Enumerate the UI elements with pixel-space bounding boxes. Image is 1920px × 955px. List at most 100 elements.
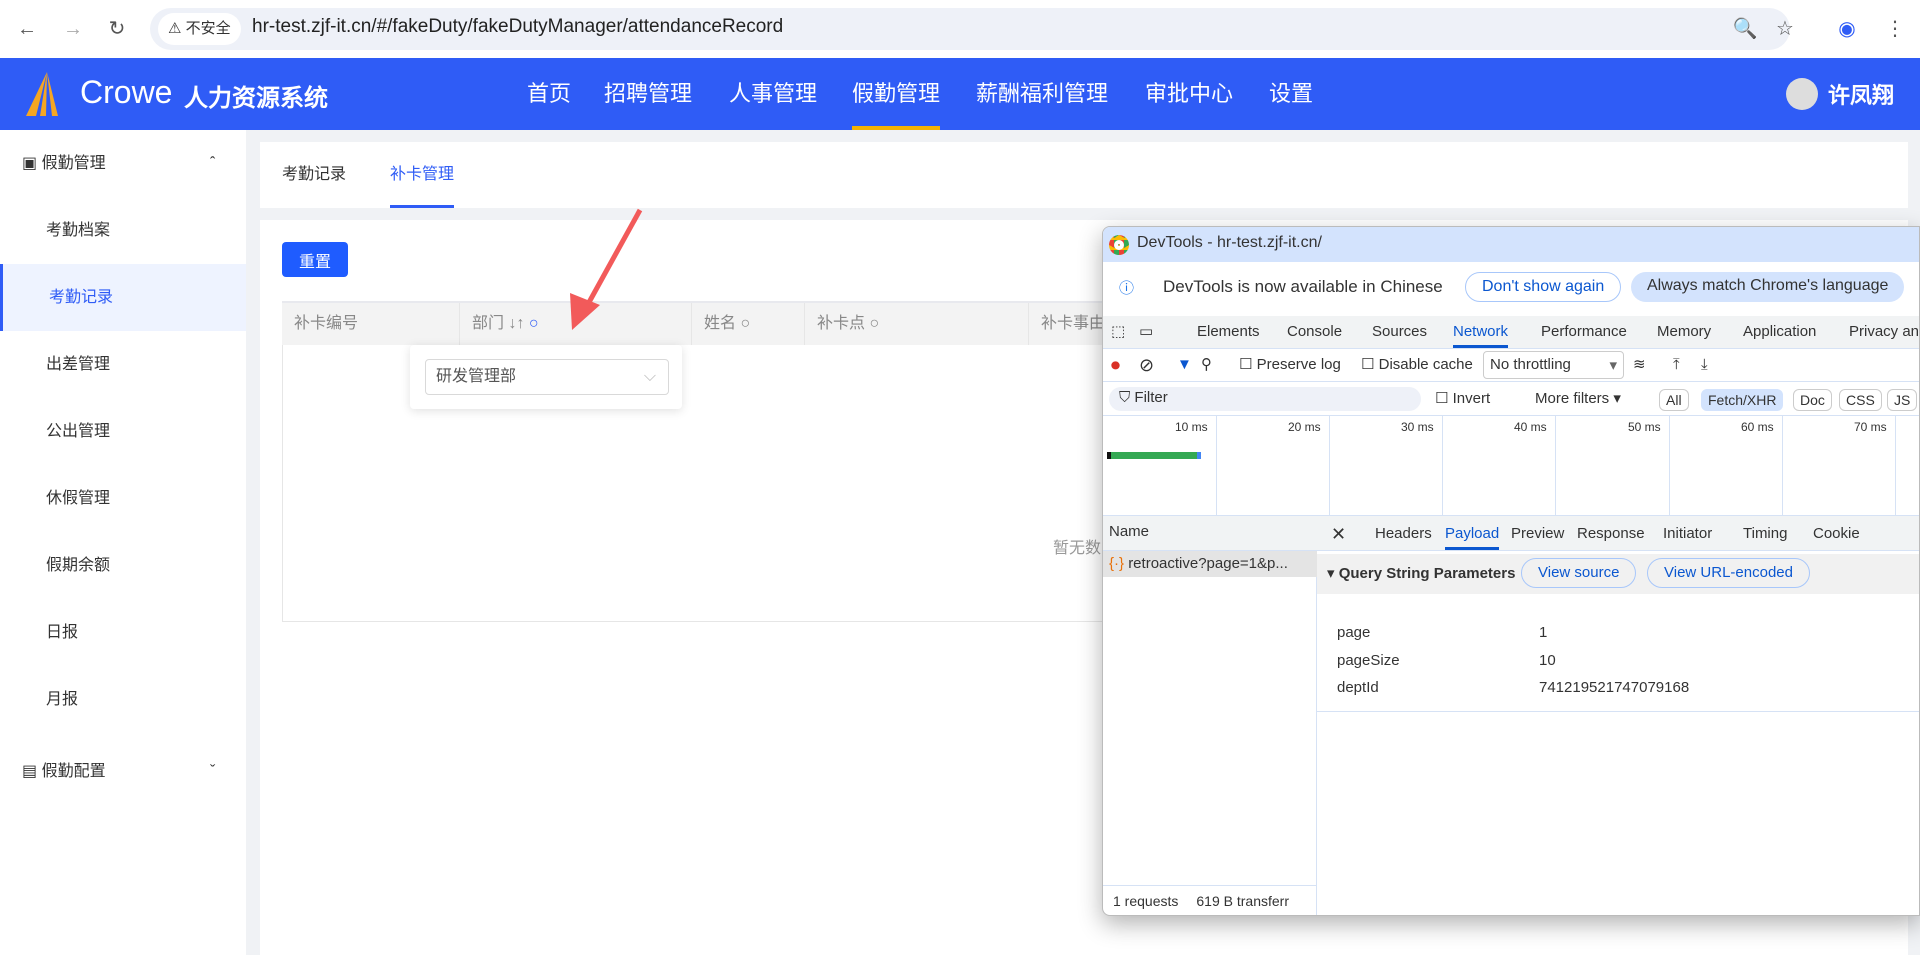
sidebar-item[interactable]: 休假管理 <box>0 465 246 532</box>
sort-icon[interactable]: ↓↑ <box>508 315 524 332</box>
reset-button[interactable]: 重置 <box>282 242 348 277</box>
filter-input[interactable]: ⛉ Filter <box>1109 387 1421 411</box>
zoom-icon[interactable]: 🔍 <box>1730 14 1760 44</box>
request-name: retroactive?page=1&p... <box>1128 555 1288 572</box>
sidebar-item[interactable]: 月报 <box>0 666 246 733</box>
sidebar-item[interactable]: 公出管理 <box>0 398 246 465</box>
col-name[interactable]: 姓名 ○ <box>692 303 805 345</box>
invert-checkbox[interactable]: ☐ Invert <box>1435 383 1490 415</box>
url-text[interactable]: hr-test.zjf-it.cn/#/fakeDuty/fakeDutyMan… <box>252 16 783 38</box>
info-icon: ⓘ <box>1119 280 1135 297</box>
search-icon[interactable]: ○ <box>529 315 539 332</box>
qsp-title: ▾ Query String Parameters <box>1327 565 1516 582</box>
tab-timing[interactable]: Timing <box>1743 518 1787 550</box>
menu-icon[interactable]: ⋮ <box>1880 14 1910 44</box>
tick-label: 20 ms <box>1288 420 1321 434</box>
type-fetch-xhr[interactable]: Fetch/XHR <box>1701 389 1784 411</box>
profile-icon[interactable]: ◉ <box>1832 14 1862 44</box>
tab-privacy[interactable]: Privacy an <box>1849 316 1919 348</box>
tab-attendance-record[interactable]: 考勤记录 <box>282 142 346 208</box>
search-icon[interactable]: ○ <box>865 315 879 332</box>
forward-button[interactable]: → <box>58 14 88 44</box>
tab-console[interactable]: Console <box>1287 316 1342 348</box>
request-row[interactable]: {·} retroactive?page=1&p... <box>1103 551 1317 577</box>
sidebar-item[interactable]: 考勤档案 <box>0 197 246 264</box>
sidebar-item-selected[interactable]: 考勤记录 <box>0 264 246 331</box>
col-point[interactable]: 补卡点 ○ <box>805 303 1029 345</box>
app-title: 人力资源系统 <box>184 85 328 112</box>
network-conditions-icon[interactable]: ≋ <box>1633 349 1646 381</box>
red-arrow-annotation <box>570 208 643 330</box>
sidebar-item[interactable]: 假期余额 <box>0 532 246 599</box>
star-icon[interactable]: ☆ <box>1770 14 1800 44</box>
throttling-select[interactable]: No throttling ▾ <box>1483 351 1624 379</box>
calendar-icon: ▣ <box>22 155 42 172</box>
nav-settings[interactable]: 设置 <box>1269 58 1313 130</box>
back-button[interactable]: ← <box>12 14 42 44</box>
more-filters-button[interactable]: More filters ▾ <box>1535 383 1621 415</box>
divider <box>1317 711 1919 712</box>
timeline-overview: 10 ms 20 ms 30 ms 40 ms 50 ms 60 ms 70 m… <box>1103 416 1919 516</box>
view-source-button[interactable]: View source <box>1521 558 1637 588</box>
col-id: 补卡编号 <box>282 303 460 345</box>
dont-show-button[interactable]: Don't show again <box>1465 272 1622 302</box>
request-timing-bar[interactable] <box>1107 452 1201 459</box>
type-css[interactable]: CSS <box>1839 389 1882 411</box>
tab-sources[interactable]: Sources <box>1372 316 1427 348</box>
type-doc[interactable]: Doc <box>1793 389 1832 411</box>
avatar[interactable] <box>1786 78 1818 110</box>
nav-payroll[interactable]: 薪酬福利管理 <box>976 58 1108 130</box>
search-icon[interactable]: ○ <box>736 315 750 332</box>
tab-elements[interactable]: Elements <box>1197 316 1260 348</box>
group-label: 假勤管理 <box>41 155 106 172</box>
nav-hr[interactable]: 人事管理 <box>729 58 817 130</box>
tab-cookies[interactable]: Cookie <box>1813 518 1860 550</box>
clear-icon[interactable]: ⊘ <box>1139 349 1154 381</box>
tab-headers[interactable]: Headers <box>1375 518 1432 550</box>
nav-recruit[interactable]: 招聘管理 <box>604 58 692 130</box>
tab-response[interactable]: Response <box>1577 518 1645 550</box>
nav-home[interactable]: 首页 <box>527 58 571 130</box>
tab-initiator[interactable]: Initiator <box>1663 518 1712 550</box>
tab-preview[interactable]: Preview <box>1511 518 1564 550</box>
sidebar-group-attendance[interactable]: ▣ 假勤管理 ˆ <box>0 130 246 197</box>
upload-icon[interactable]: ⤒ <box>1673 349 1680 381</box>
type-all[interactable]: All <box>1659 389 1689 411</box>
tab-performance[interactable]: Performance <box>1541 316 1627 348</box>
sidebar-item[interactable]: 日报 <box>0 599 246 666</box>
tab-payload[interactable]: Payload <box>1445 518 1500 550</box>
nav-approval[interactable]: 审批中心 <box>1145 58 1233 130</box>
user-name[interactable]: 许凤翔 <box>1828 78 1894 110</box>
tab-network[interactable]: Network <box>1453 316 1509 348</box>
devtools-window: DevTools - hr-test.zjf-it.cn/ ⓘ DevTools… <box>1102 226 1920 916</box>
inspect-icon[interactable]: ⬚ <box>1111 316 1125 348</box>
record-icon[interactable]: ⏺ <box>1111 349 1120 381</box>
qsp-header[interactable]: ▾ Query String Parameters View source Vi… <box>1317 554 1919 594</box>
preserve-log-checkbox[interactable]: ☐ Preserve log <box>1239 349 1341 381</box>
download-icon[interactable]: ⤓ <box>1701 349 1708 381</box>
device-icon[interactable]: ▭ <box>1139 316 1153 348</box>
security-chip[interactable]: ⚠ 不安全 <box>158 13 241 45</box>
type-js[interactable]: JS <box>1887 389 1918 411</box>
request-count: 1 requests <box>1113 893 1179 909</box>
dept-select[interactable]: 研发管理部 ⌵ <box>425 359 669 395</box>
view-url-encoded-button[interactable]: View URL-encoded <box>1647 558 1810 588</box>
name-header[interactable]: Name <box>1103 516 1317 551</box>
select-value: 研发管理部 <box>436 368 517 385</box>
sidebar-group-config[interactable]: ▤ 假勤配置 ˇ <box>0 738 246 805</box>
match-language-button[interactable]: Always match Chrome's language <box>1631 272 1905 302</box>
tab-application[interactable]: Application <box>1743 316 1816 348</box>
sidebar-item[interactable]: 出差管理 <box>0 331 246 398</box>
close-icon[interactable]: ✕ <box>1331 518 1346 550</box>
nav-attendance[interactable]: 假勤管理 <box>852 58 941 130</box>
tab-memory[interactable]: Memory <box>1657 316 1711 348</box>
tick-label: 30 ms <box>1401 420 1434 434</box>
document-search-icon: ▤ <box>22 763 42 780</box>
filter-icon[interactable]: ▼ <box>1177 349 1192 381</box>
table-header: 补卡编号 部门 ↓↑ ○ 姓名 ○ 补卡点 ○ 补卡事由 <box>282 301 1122 345</box>
tab-retroactive[interactable]: 补卡管理 <box>390 142 455 208</box>
disable-cache-checkbox[interactable]: ☐ Disable cache <box>1361 349 1473 381</box>
reload-button[interactable]: ↻ <box>102 14 132 44</box>
search-icon[interactable]: ⚲ <box>1201 349 1212 381</box>
request-details: ✕ Headers Payload Preview Response Initi… <box>1317 516 1919 915</box>
